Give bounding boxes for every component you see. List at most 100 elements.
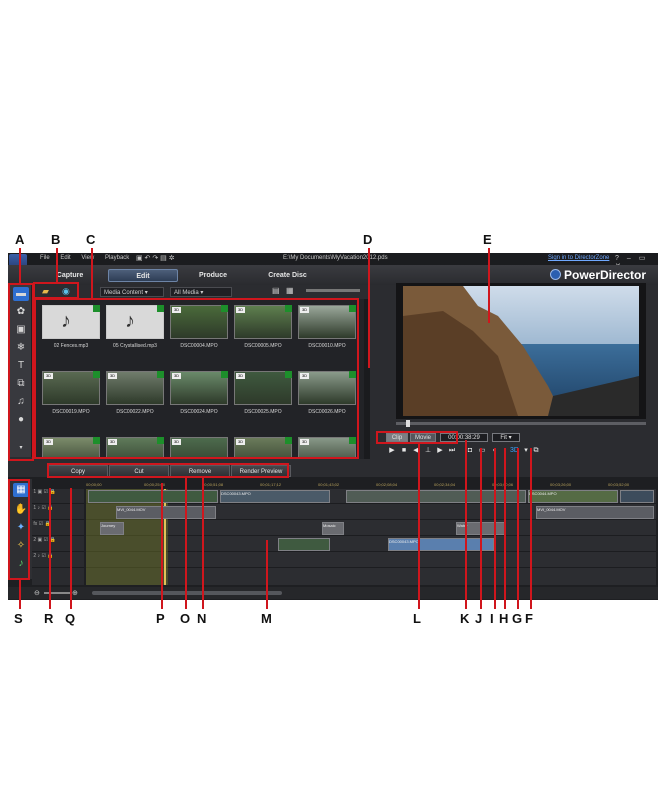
clip-label: DSC0044.MPO [529,491,557,496]
callout-f: F [525,611,533,626]
menu-file[interactable]: File [40,255,50,261]
menu-bar: File Edit View Playback [40,255,138,261]
help-icon[interactable]: ? [615,255,619,262]
callout-i: I [490,611,494,626]
leader-line-j [480,448,482,609]
minimize-icon[interactable]: – [627,255,631,262]
callout-l: L [413,611,421,626]
3d-dropdown-icon[interactable]: ▾ [522,447,530,455]
brand-title: PowerDirector [564,268,647,282]
callout-b: B [51,232,61,247]
fit-value: Fit [500,435,507,441]
zoom-out-icon[interactable]: ⊖ [34,589,40,597]
zoom-slider[interactable] [44,592,70,594]
preview-scrub-bar[interactable] [396,420,646,427]
media-content-dropdown[interactable]: Media Content ▾ [100,287,164,297]
leader-line-l [418,444,420,609]
timeline-clip[interactable]: DSC00043.MPO [220,490,330,503]
track-headers: 1 ▣ ☑ 🔒 1 ♪ ☑ 🔒 fx ☑ 🔒 2 ▣ ☑ 🔒 2 ♪ ☑ 🔒 [32,489,84,585]
ruler-tick-label: 00;03;26;00 [550,482,572,487]
timeline-clip[interactable]: DSC0044.MPO [528,490,618,503]
video-track-2 [86,537,656,552]
timeline-footer: ⊖ ⊕ [8,587,658,599]
timeline-clip[interactable] [620,490,654,503]
effect-clip[interactable]: Mosaic [322,522,344,535]
effect-clip[interactable]: Journey [100,522,124,535]
ruler-tick-label: 00;02;08;04 [376,482,398,487]
stop-icon[interactable]: ■ [400,447,408,455]
callout-g: G [512,611,523,626]
track-header-audio-2[interactable]: 2 ♪ ☑ 🔒 [32,553,84,568]
audio-clip[interactable]: MVI_0044.MOV [116,506,216,519]
leader-line-q [70,488,72,609]
preview-image [403,286,639,416]
timeline-clip[interactable] [346,490,526,503]
callout-box-n [47,463,289,478]
track-header-fx[interactable]: fx ☑ 🔒 [32,521,84,536]
leader-line-m [266,540,268,609]
callout-box-a [8,283,34,461]
next-frame-icon[interactable]: ▶ [436,447,444,455]
clip-label: MVI_0044.MOV [537,507,566,512]
library-toolbar: ▰ ◉ Media Content ▾ All Media ▾ ▤ ▦ [34,285,370,299]
leader-line-h [504,448,506,609]
media-filter-value: All Media [174,290,199,296]
fit-dropdown[interactable]: Fit ▾ [492,433,520,442]
grid-view-icon[interactable]: ▦ [286,286,294,295]
leader-line-a [19,248,21,283]
undock-preview-icon[interactable]: ⧉ [532,447,540,455]
callout-s: S [14,611,23,626]
track-header-video[interactable]: 1 ▣ ☑ 🔒 [32,489,84,504]
timeline-clip[interactable] [88,490,218,503]
callout-d: D [363,232,373,247]
timeline-clip[interactable] [278,538,330,551]
callout-box-c [34,298,359,459]
timeline-tracks: DSC00043.MPO DSC0044.MPO MVI_0044.MOV MV… [86,489,656,585]
quick-toolbar-icons[interactable]: ▣ ↶ ↷ ▤ ✲ [136,254,175,262]
callout-box-b [33,282,79,299]
media-filter-dropdown[interactable]: All Media ▾ [170,287,232,297]
menu-edit[interactable]: Edit [60,255,70,261]
tab-create-disc[interactable]: Create Disc [260,269,315,282]
restore-icon[interactable]: ▭ [639,255,646,262]
fast-forward-icon[interactable]: ⏭ [448,447,456,455]
track-header-video-2[interactable]: 2 ▣ ☑ 🔒 [32,537,84,552]
preview-window [396,283,646,419]
timeline-playhead[interactable] [164,489,166,585]
thumbnail-size-slider[interactable] [306,289,360,292]
snapshot-icon[interactable]: ◘ [466,447,474,455]
leader-line-g [517,448,519,609]
ruler-tick-label: 00;01;17;12 [260,482,282,487]
leader-line-b [56,248,58,282]
zoom-in-icon[interactable]: ⊕ [72,589,78,597]
sign-in-link[interactable]: Sign in to DirectorZone [548,255,609,261]
split-icon[interactable]: ⊥ [424,447,432,455]
leader-line-k [465,440,467,609]
leader-line-s [19,580,21,609]
ruler-tick-label: 00;02;34;04 [434,482,456,487]
tab-edit[interactable]: Edit [108,269,178,282]
callout-c: C [86,232,96,247]
menu-playback[interactable]: Playback [105,255,129,261]
timeline-clip[interactable]: DSC00043.MPO [388,538,494,551]
tab-produce[interactable]: Produce [193,269,233,282]
leader-line-d [368,248,370,368]
play-icon[interactable]: ▶ [388,447,396,455]
callout-box-l [376,431,458,444]
leader-line-r [49,488,51,609]
audio-clip[interactable]: MVI_0044.MOV [536,506,654,519]
clip-label: Mosaic [323,523,336,528]
range-selection[interactable] [86,489,168,585]
callout-m: M [261,611,272,626]
callout-r: R [44,611,54,626]
timeline-scrollbar[interactable] [92,591,282,595]
clip-label: MVI_0044.MOV [117,507,146,512]
scrub-handle[interactable] [406,420,410,427]
upgrade-icon[interactable] [550,269,561,280]
time-ruler[interactable]: 00;00;00 00;00;25;00 00;00;51;08 00;01;17;1… [86,481,656,489]
effect-track [86,521,656,536]
ruler-tick-label: 00;01;43;02 [318,482,340,487]
audio-track-2 [86,553,656,568]
library-menu-icon[interactable]: ▤ [272,286,280,295]
track-header-audio[interactable]: 1 ♪ ☑ 🔒 [32,505,84,520]
